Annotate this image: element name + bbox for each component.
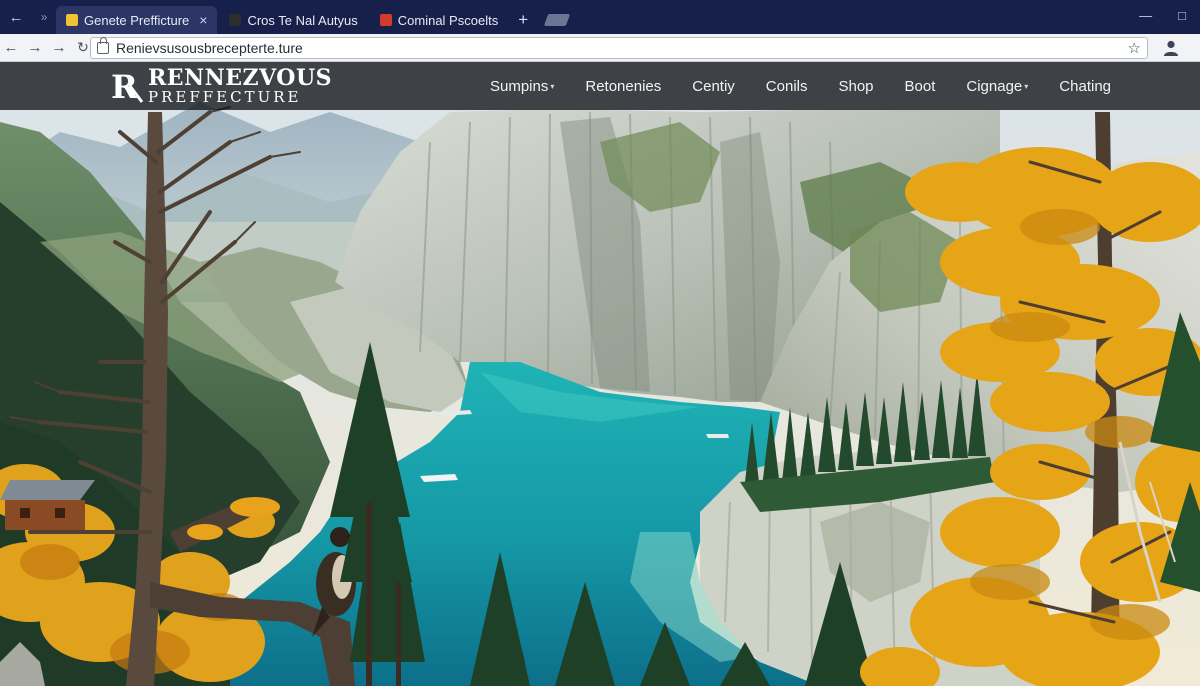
nav-item[interactable]: Boot [905, 78, 936, 95]
nav-item-label: Chating [1059, 77, 1111, 95]
nav-item[interactable]: Centiy [692, 78, 735, 95]
forward-alt-button[interactable]: → [48, 39, 70, 56]
nav-item-label: Shop [838, 77, 874, 95]
favicon-icon [379, 14, 392, 26]
favicon-icon [229, 14, 242, 26]
maximize-icon[interactable]: □ [1178, 8, 1186, 23]
browser-tab[interactable]: Cominal Pscoelts [370, 6, 508, 34]
lock-icon [97, 37, 109, 54]
nav-item-label: Conils [765, 77, 808, 95]
person-icon[interactable] [1162, 39, 1180, 57]
nav-item-label: Retonenies [585, 77, 662, 95]
nav-item-label: Boot [904, 77, 936, 95]
browser-window: ← » Genete Prefficture × Cros Te Nal Autyu… [0, 0, 1200, 686]
tab-strip: ← » Genete Prefficture × Cros Te Nal Autyu… [0, 0, 1200, 34]
logo-monogram-letter: R [111, 68, 138, 104]
tab-strip-nav: ← » [0, 0, 56, 34]
favicon-icon [66, 14, 78, 26]
chevron-down-icon: ▾ [1024, 81, 1029, 91]
address-bar[interactable]: ☆ [90, 37, 1148, 59]
logo-monogram: R [111, 68, 144, 104]
minimize-icon[interactable]: — [1139, 8, 1152, 23]
chevron-double-right-icon[interactable]: » [41, 10, 48, 24]
nav-item-label: Centiy [692, 77, 735, 95]
tab-label: Genete Prefficture [84, 12, 190, 28]
forward-button[interactable]: → [24, 39, 46, 56]
tab-ghost-shape [543, 14, 571, 26]
tab-label: Cros Te Nal Autyus [247, 12, 358, 28]
window-controls: — □ [1139, 8, 1186, 23]
logo-line-1: RENNEZVOUS [148, 65, 333, 91]
nav-item[interactable]: Cignage ▾ [966, 78, 1028, 95]
browser-tab[interactable]: Genete Prefficture × [56, 6, 218, 34]
hero-landscape-image [0, 62, 1200, 686]
page-viewport: R RENNEZVOUS PREFFECTURE Sumpins ▾ Retonen… [0, 62, 1200, 686]
tab-list: Genete Prefficture × Cros Te Nal Autyus Com… [56, 0, 510, 34]
arrow-left-icon[interactable]: ← [9, 9, 24, 26]
browser-toolbar: ← → → ↻ ☆ [0, 34, 1200, 62]
star-icon[interactable]: ☆ [1128, 39, 1141, 57]
url-input[interactable] [116, 40, 1076, 56]
site-logo[interactable]: R RENNEZVOUS PREFFECTURE [110, 66, 332, 106]
logo-wordmark: RENNEZVOUS PREFFECTURE [148, 67, 332, 105]
nav-item[interactable]: Sumpins ▾ [490, 78, 554, 95]
close-icon[interactable]: × [199, 12, 207, 28]
site-navbar: R RENNEZVOUS PREFFECTURE Sumpins ▾ Retonen… [0, 62, 1200, 110]
back-button[interactable]: ← [0, 39, 22, 56]
nav-item-label: Sumpins [490, 77, 549, 95]
nav-item-label: Cignage [966, 77, 1023, 95]
logo-line-2: PREFFECTURE [148, 88, 302, 106]
nav-item[interactable]: Conils [766, 78, 808, 95]
browser-tab[interactable]: Cros Te Nal Autyus [219, 6, 367, 34]
chevron-down-icon: ▾ [550, 81, 555, 91]
nav-item[interactable]: Shop [838, 78, 873, 95]
nav-item[interactable]: Retonenies [585, 78, 661, 95]
tab-label: Cominal Pscoelts [397, 12, 499, 28]
nav-item[interactable]: Chating [1059, 78, 1111, 95]
main-menu: Sumpins ▾ Retonenies Centiy Conils Shop Boot Ci… [490, 62, 1142, 110]
new-tab-button[interactable]: + [512, 6, 534, 34]
